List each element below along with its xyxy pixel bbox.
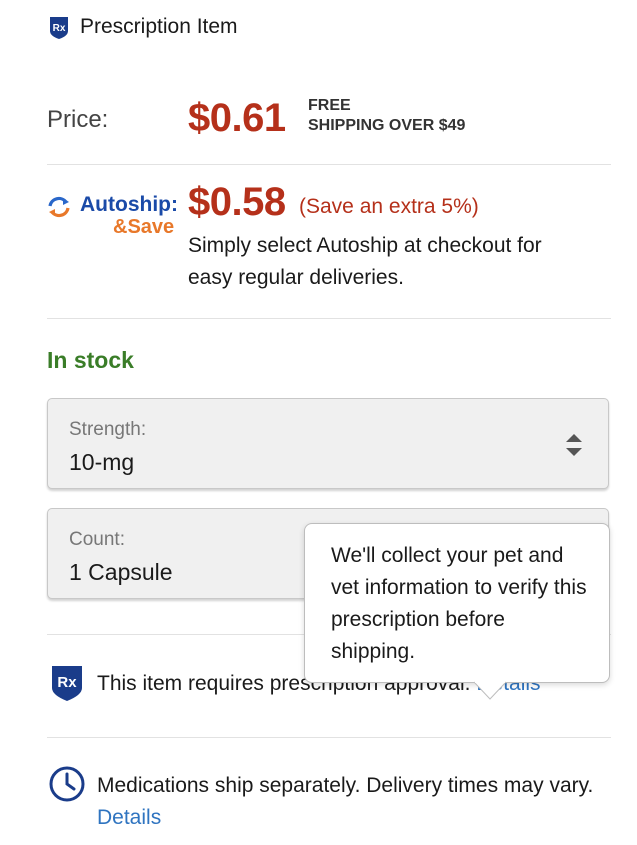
clock-icon bbox=[49, 766, 85, 802]
rx-shield-icon: Rx bbox=[52, 666, 82, 701]
divider bbox=[47, 164, 611, 165]
tooltip-caret bbox=[474, 681, 506, 700]
svg-text:Rx: Rx bbox=[53, 23, 66, 34]
price-amount: $0.61 bbox=[188, 96, 286, 140]
free-shipping-line1: FREE bbox=[308, 97, 351, 114]
autoship-label: Autoship: bbox=[80, 193, 178, 216]
svg-text:Rx: Rx bbox=[57, 674, 77, 691]
updown-chevron-icon bbox=[566, 434, 582, 456]
count-select-label: Count: bbox=[69, 529, 125, 550]
prescription-tooltip: We'll collect your pet and vet informati… bbox=[304, 523, 610, 683]
rx-shield-icon: Rx bbox=[50, 17, 68, 39]
autoship-extra-savings: (Save an extra 5%) bbox=[299, 195, 479, 218]
divider bbox=[47, 318, 611, 319]
autoship-refresh-icon bbox=[48, 196, 70, 218]
strength-select-label: Strength: bbox=[69, 419, 147, 440]
strength-select[interactable]: Strength: 10-mg bbox=[47, 398, 609, 489]
page-title: Prescription Item bbox=[80, 15, 238, 38]
autoship-price: $0.58 bbox=[188, 180, 286, 224]
divider bbox=[47, 737, 611, 738]
strength-select-value: 10-mg bbox=[69, 449, 135, 475]
price-label: Price: bbox=[47, 106, 109, 133]
free-shipping-note: FREE SHIPPING OVER $49 bbox=[308, 96, 465, 136]
shipping-details-link[interactable]: Details bbox=[97, 806, 161, 829]
autoship-save-label: &Save bbox=[113, 216, 175, 238]
count-select-value: 1 Capsule bbox=[69, 559, 173, 585]
free-shipping-line2: SHIPPING OVER $49 bbox=[308, 117, 466, 134]
medication-shipping-note: Medications ship separately. Delivery ti… bbox=[97, 770, 607, 834]
tooltip-text: We'll collect your pet and vet informati… bbox=[331, 544, 587, 663]
stock-status: In stock bbox=[47, 347, 134, 373]
medication-shipping-text: Medications ship separately. Delivery ti… bbox=[97, 774, 594, 797]
autoship-description: Simply select Autoship at checkout for e… bbox=[188, 234, 542, 289]
